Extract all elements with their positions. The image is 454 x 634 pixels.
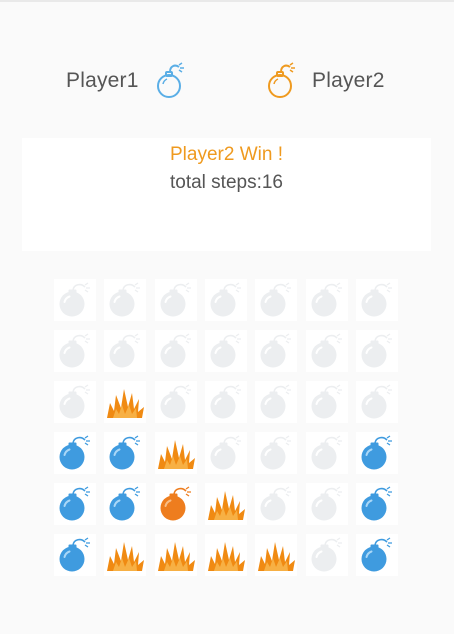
game-board xyxy=(54,279,400,579)
board-cell[interactable] xyxy=(205,381,247,423)
explosion-icon xyxy=(208,542,245,571)
blue-bomb-icon xyxy=(59,435,90,470)
empty-bomb-icon xyxy=(109,333,140,368)
empty-bomb-icon xyxy=(160,282,191,317)
explosion-icon xyxy=(258,542,295,571)
empty-bomb-icon xyxy=(311,435,342,470)
player2-indicator: Player2 xyxy=(266,54,385,108)
blue-bomb-icon xyxy=(109,486,140,521)
board-cell[interactable] xyxy=(205,534,247,576)
empty-bomb-icon xyxy=(311,537,342,572)
player2-name: Player2 xyxy=(312,69,385,92)
board-cell[interactable] xyxy=(155,330,197,372)
explosion-icon xyxy=(107,389,144,418)
board-cell[interactable] xyxy=(255,432,297,474)
player1-name: Player1 xyxy=(66,69,139,92)
board-cell[interactable] xyxy=(356,483,398,525)
board-cell[interactable] xyxy=(306,483,348,525)
empty-bomb-icon xyxy=(361,282,392,317)
player1-indicator: Player1 xyxy=(66,54,187,108)
blue-bomb-icon xyxy=(361,435,392,470)
explosion-icon xyxy=(158,542,195,571)
board-cell[interactable] xyxy=(356,381,398,423)
empty-bomb-icon xyxy=(311,384,342,419)
empty-bomb-icon xyxy=(311,486,342,521)
total-steps: total steps:16 xyxy=(169,172,284,193)
empty-bomb-icon xyxy=(109,282,140,317)
empty-bomb-icon xyxy=(59,384,90,419)
board-cell[interactable] xyxy=(54,483,96,525)
board-cell[interactable] xyxy=(205,279,247,321)
board-cell[interactable] xyxy=(54,279,96,321)
empty-bomb-icon xyxy=(260,282,291,317)
board-cell[interactable] xyxy=(155,534,197,576)
empty-bomb-icon xyxy=(59,333,90,368)
orange-bomb-outline-icon xyxy=(268,62,295,98)
explosion-icon xyxy=(107,542,144,571)
board-cell[interactable] xyxy=(104,279,146,321)
board-cell[interactable] xyxy=(54,534,96,576)
board-cell[interactable] xyxy=(54,432,96,474)
board-cell[interactable] xyxy=(356,534,398,576)
board-cell[interactable] xyxy=(205,483,247,525)
board-cell[interactable] xyxy=(155,381,197,423)
players-header: Player1 Player2 xyxy=(0,54,454,108)
empty-bomb-icon xyxy=(260,486,291,521)
empty-bomb-icon xyxy=(59,282,90,317)
board-cell[interactable] xyxy=(104,432,146,474)
empty-bomb-icon xyxy=(210,435,241,470)
blue-bomb-icon xyxy=(59,486,90,521)
board-cell[interactable] xyxy=(104,483,146,525)
board-cell[interactable] xyxy=(205,432,247,474)
empty-bomb-icon xyxy=(361,333,392,368)
board-cell[interactable] xyxy=(255,330,297,372)
board-cell[interactable] xyxy=(255,483,297,525)
board-cell[interactable] xyxy=(54,381,96,423)
board-cell[interactable] xyxy=(54,330,96,372)
board-cell[interactable] xyxy=(205,330,247,372)
blue-bomb-outline-icon xyxy=(156,62,184,98)
empty-bomb-icon xyxy=(210,384,241,419)
empty-bomb-icon xyxy=(311,333,342,368)
board-cell[interactable] xyxy=(255,279,297,321)
board-cell[interactable] xyxy=(306,279,348,321)
board-cell[interactable] xyxy=(155,432,197,474)
empty-bomb-icon xyxy=(210,333,241,368)
board-cell[interactable] xyxy=(306,432,348,474)
explosion-icon xyxy=(158,440,195,469)
empty-bomb-icon xyxy=(160,333,191,368)
blue-bomb-icon xyxy=(109,435,140,470)
board-cell[interactable] xyxy=(356,279,398,321)
board-cell[interactable] xyxy=(306,381,348,423)
empty-bomb-icon xyxy=(260,435,291,470)
board-cell[interactable] xyxy=(104,534,146,576)
empty-bomb-icon xyxy=(260,333,291,368)
explosion-icon xyxy=(208,491,245,520)
board-cell[interactable] xyxy=(306,534,348,576)
blue-bomb-icon xyxy=(361,486,392,521)
empty-bomb-icon xyxy=(210,282,241,317)
empty-bomb-icon xyxy=(260,384,291,419)
empty-bomb-icon xyxy=(361,384,392,419)
result-message: Player2 Win ! xyxy=(170,144,283,165)
blue-bomb-icon xyxy=(361,537,392,572)
orange-bomb-icon xyxy=(160,486,191,521)
board-cell[interactable] xyxy=(255,381,297,423)
empty-bomb-icon xyxy=(160,384,191,419)
board-cell[interactable] xyxy=(356,330,398,372)
board-cell[interactable] xyxy=(104,381,146,423)
board-cell[interactable] xyxy=(104,330,146,372)
top-divider xyxy=(0,0,454,2)
result-panel: Player2 Win ! total steps:16 xyxy=(22,138,431,251)
blue-bomb-icon xyxy=(59,537,90,572)
board-cell[interactable] xyxy=(155,279,197,321)
board-cell[interactable] xyxy=(155,483,197,525)
empty-bomb-icon xyxy=(311,282,342,317)
board-cell[interactable] xyxy=(306,330,348,372)
board-cell[interactable] xyxy=(255,534,297,576)
board-cell[interactable] xyxy=(356,432,398,474)
